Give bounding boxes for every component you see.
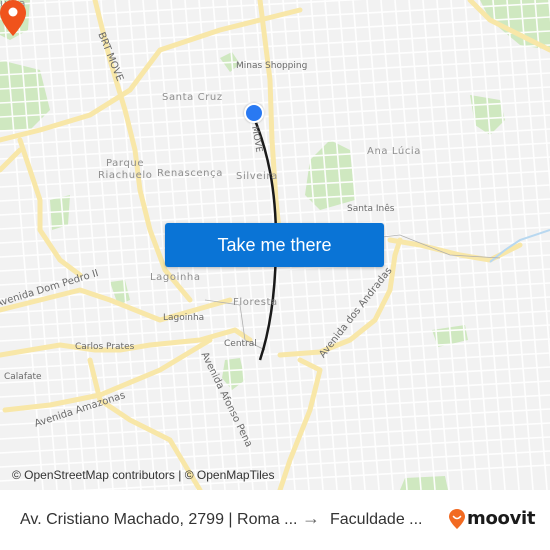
- street: [0, 310, 550, 342]
- destination-pin-icon[interactable]: [0, 0, 26, 36]
- footer: Av. Cristiano Machado, 2799 | Roma ... →…: [0, 490, 550, 550]
- map-label-santa-cruz: Santa Cruz: [162, 92, 223, 103]
- map-label-floresta: Floresta: [233, 297, 278, 308]
- map-label-parque: Parque: [106, 158, 145, 169]
- map-label-lagoinha: Lagoinha: [150, 272, 201, 283]
- major-road: [257, 0, 283, 243]
- origin-marker[interactable]: [244, 103, 264, 123]
- moovit-wordmark: moovit: [467, 508, 536, 529]
- street: [0, 86, 550, 118]
- map-label-lagoinha-station: Lagoinha: [163, 313, 205, 323]
- street: [0, 30, 550, 62]
- map-label-carlos-prates: Carlos Prates: [75, 342, 135, 352]
- street: [0, 422, 550, 454]
- moovit-logo[interactable]: moovit: [449, 508, 536, 529]
- map-label-calafate: Calafate: [4, 372, 42, 382]
- map-label-santa-ines: Santa Inês: [347, 204, 395, 214]
- moovit-pin-icon: [449, 508, 465, 529]
- map-label-riachuelo: Riachuelo: [98, 170, 153, 181]
- map-label-ana-lucia: Ana Lúcia: [367, 146, 422, 157]
- arrow-right-icon: →: [302, 508, 320, 528]
- map-label-renascenca: Renascença: [157, 168, 223, 179]
- map[interactable]: ulha BRT MOVE BRT MOVE Minas Shopping Sa…: [0, 0, 550, 490]
- destination-stop-name: Faculdade ...: [330, 511, 423, 528]
- origin-stop-name: Av. Cristiano Machado, 2799 | Roma ...: [20, 511, 298, 528]
- take-me-there-button[interactable]: Take me there: [165, 223, 384, 267]
- map-attribution[interactable]: © OpenStreetMap contributors | © OpenMap…: [12, 468, 274, 482]
- map-label-central: Central: [224, 339, 257, 349]
- map-label-silveira: Silveira: [236, 171, 278, 182]
- map-label-minas-shopping: Minas Shopping: [236, 61, 308, 71]
